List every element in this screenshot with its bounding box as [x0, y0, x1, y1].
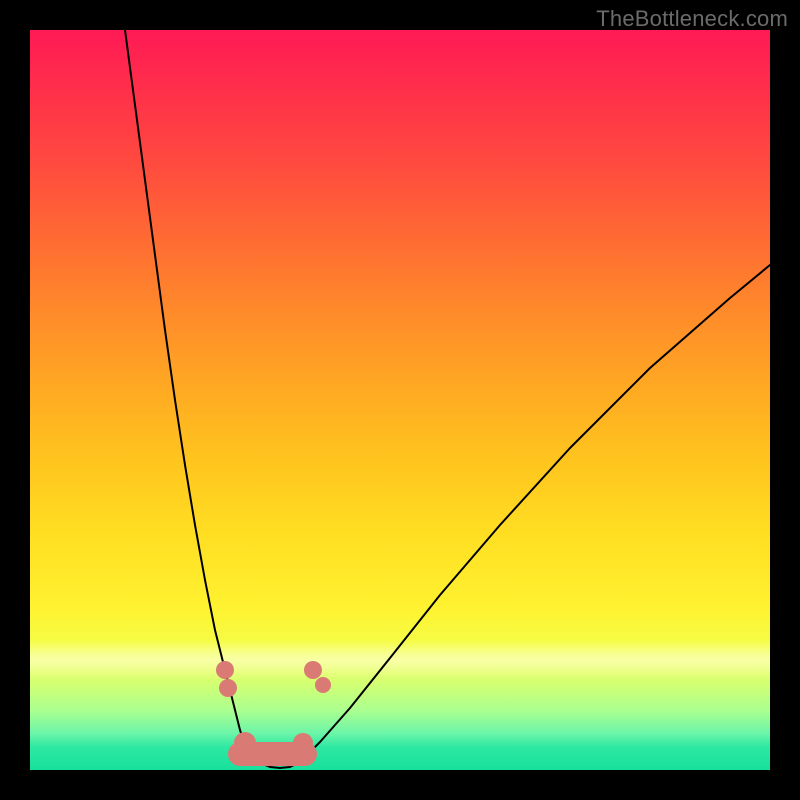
outer-frame: TheBottleneck.com — [0, 0, 800, 800]
chart-svg — [30, 30, 770, 770]
marker-bottom-extra1 — [234, 732, 256, 754]
curve-right-branch — [300, 265, 770, 762]
marker-right-upper-dot — [304, 661, 322, 679]
marker-left-upper-dot2 — [219, 679, 237, 697]
curve-left-branch — [125, 30, 250, 755]
plot-area — [30, 30, 770, 770]
marker-left-upper-dot — [216, 661, 234, 679]
marker-right-upper-dot2 — [315, 677, 331, 693]
marker-bottom-extra2 — [293, 733, 313, 753]
watermark-text: TheBottleneck.com — [596, 6, 788, 32]
